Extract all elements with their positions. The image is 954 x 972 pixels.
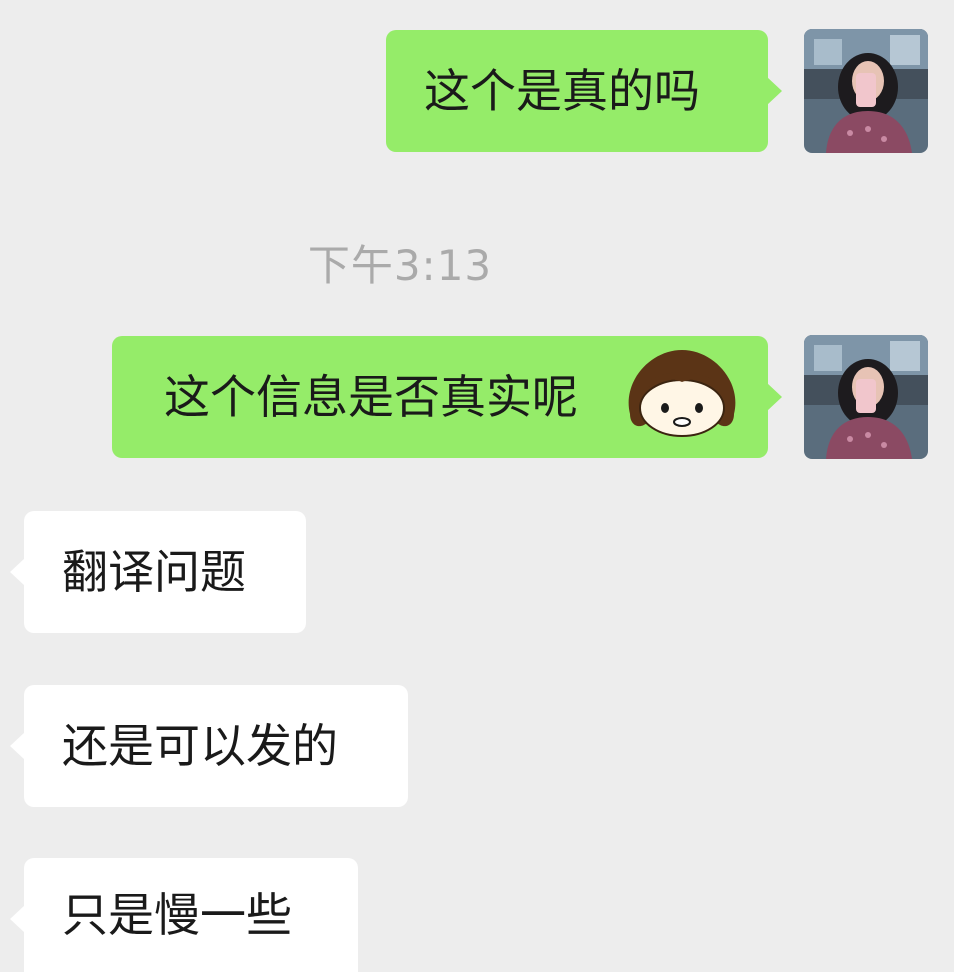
message-bubble-received[interactable]: 还是可以发的 [10, 685, 408, 807]
user-avatar[interactable] [804, 29, 928, 153]
message-bubble-received[interactable]: 只是慢一些 [10, 858, 358, 972]
message-bubble-sent[interactable]: 这个是真的吗 [386, 30, 782, 152]
message-text: 翻译问题 [62, 545, 246, 599]
message-text: 这个是真的吗 [424, 64, 700, 118]
message-bubble-received[interactable]: 翻译问题 [10, 511, 306, 633]
user-avatar-photo [804, 29, 928, 153]
girl-face-emoji [620, 348, 744, 442]
message-text: 只是慢一些 [62, 888, 292, 942]
message-text: 这个信息是否真实呢 [164, 370, 578, 424]
message-text: 还是可以发的 [62, 719, 338, 773]
user-avatar-photo [804, 335, 928, 459]
chat-message-list[interactable]: 这个是真的吗 下午3:13 这个信息是否真实呢 翻译问题 还是可以发的 只是慢一… [0, 0, 954, 972]
message-timestamp: 下午3:13 [307, 241, 493, 290]
user-avatar[interactable] [804, 335, 928, 459]
